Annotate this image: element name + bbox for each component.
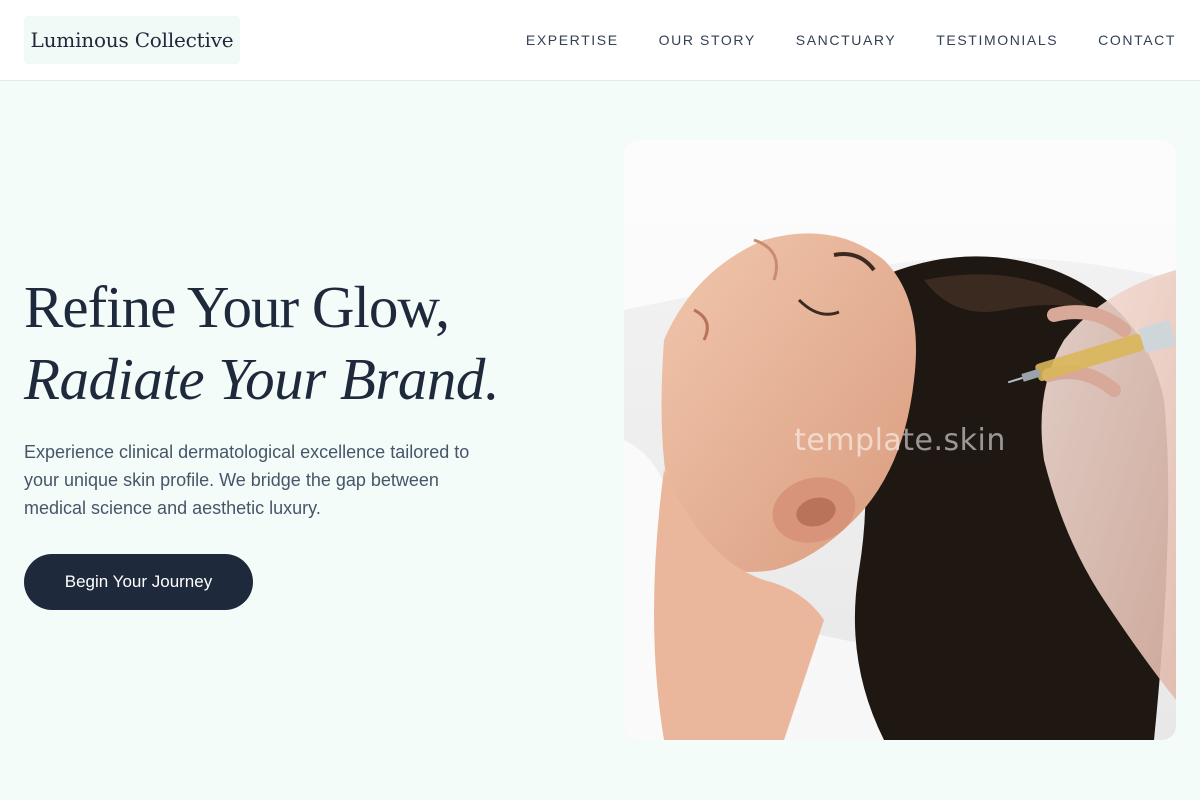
hero-image: template.skin xyxy=(624,140,1176,740)
hero-headline-line1: Refine Your Glow, xyxy=(24,274,450,340)
nav-link-our-story[interactable]: OUR STORY xyxy=(659,32,756,48)
image-watermark: template.skin xyxy=(794,423,1006,458)
hero-description: Experience clinical dermatological excel… xyxy=(24,442,470,518)
begin-journey-button[interactable]: Begin Your Journey xyxy=(24,554,253,610)
site-header: Luminous Collective EXPERTISE OUR STORY … xyxy=(0,0,1200,81)
main-nav: EXPERTISE OUR STORY SANCTUARY TESTIMONIA… xyxy=(526,0,1176,80)
nav-link-testimonials[interactable]: TESTIMONIALS xyxy=(936,32,1058,48)
logo[interactable]: Luminous Collective xyxy=(24,16,240,64)
hero-headline-line2: Radiate Your Brand. xyxy=(24,346,500,412)
hero-headline: Refine Your Glow, Radiate Your Brand. xyxy=(24,268,604,412)
nav-link-contact[interactable]: CONTACT xyxy=(1098,32,1176,48)
nav-link-sanctuary[interactable]: SANCTUARY xyxy=(796,32,897,48)
nav-link-expertise[interactable]: EXPERTISE xyxy=(526,32,619,48)
